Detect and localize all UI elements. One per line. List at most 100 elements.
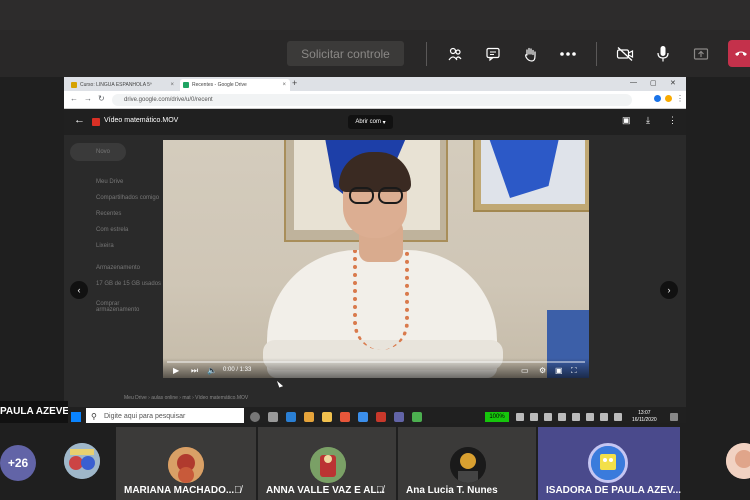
share-tray-icon[interactable] [688, 41, 714, 66]
participant-name: ISADORA DE PAULA AZEV... [546, 485, 682, 496]
buy-storage-link[interactable]: Comprar armazenamento [96, 301, 164, 313]
download-icon[interactable]: ⤓ [646, 115, 650, 126]
cortana-icon[interactable] [250, 412, 260, 422]
storage-usage: 17 GB de 15 GB usados [96, 281, 162, 287]
tray-icon[interactable] [530, 413, 538, 421]
participant-avatar [64, 443, 100, 479]
open-with-button[interactable]: Abrir com ▾ [348, 115, 393, 129]
sidebar-item-shared[interactable]: Compartilhados comigo [96, 195, 159, 201]
forward-icon[interactable]: → [84, 94, 92, 103]
hand-icon[interactable] [517, 41, 543, 66]
chat-icon[interactable] [480, 41, 506, 66]
app-icon[interactable] [358, 412, 368, 422]
video-player[interactable]: ▶ ⏭ 🔈 0:00 / 1:33 ▭ ⚙ ▣ ⛶ [163, 140, 589, 378]
ellipsis-icon[interactable] [555, 41, 581, 66]
tray-icon[interactable] [558, 413, 566, 421]
wall-painting [473, 140, 589, 212]
battery-indicator[interactable]: 100% [485, 412, 509, 422]
fullscreen-icon[interactable]: ⛶ [571, 366, 577, 376]
shared-screen: Curso: LINGUA ESPANHOLA 5º × Recentes - … [0, 77, 750, 427]
keyboard-icon[interactable] [600, 413, 608, 421]
previous-file-icon[interactable]: ‹ [70, 281, 88, 299]
close-icon[interactable]: × [170, 82, 174, 88]
chrome-icon[interactable] [412, 412, 422, 422]
teams-meeting-window: Solicitar controle Curso: LINGUA ESPANHO… [0, 0, 750, 500]
course-favicon-icon [71, 82, 77, 88]
sidebar-item-starred[interactable]: Com estrela [96, 227, 128, 233]
firefox-icon[interactable] [340, 412, 350, 422]
glasses [347, 187, 405, 205]
sidebar-item-new[interactable]: Novo [96, 149, 110, 155]
participant-tile[interactable]: MARIANA MACHADO... 🎙̸ [116, 427, 256, 500]
reload-icon[interactable]: ↻ [98, 94, 105, 103]
sidebar-item-storage[interactable]: Armazenamento [96, 265, 140, 271]
play-icon[interactable]: ▶ [173, 366, 179, 375]
back-arrow-icon[interactable]: ← [74, 114, 85, 126]
mic-icon[interactable] [650, 41, 676, 66]
app-icon[interactable] [376, 412, 386, 422]
camera-off-icon[interactable] [612, 41, 638, 66]
tray-icon[interactable] [544, 413, 552, 421]
participant-avatar [168, 447, 204, 483]
file-title: Vídeo matemático.MOV [104, 117, 179, 124]
close-icon[interactable]: × [282, 82, 286, 88]
participant-tile[interactable]: ANNA VALLE VAZ E AL... 🎙̸ [258, 427, 396, 500]
new-tab-icon[interactable]: + [292, 78, 297, 88]
title-bar [0, 0, 750, 30]
sidebar-item-recent[interactable]: Recentes [96, 211, 121, 217]
teams-icon[interactable] [394, 412, 404, 422]
settings-icon[interactable]: ⚙ [539, 366, 546, 375]
participant-avatar [588, 443, 628, 483]
browser-tab-active[interactable]: Recentes - Google Drive × [180, 79, 290, 91]
windows-start-icon[interactable] [71, 412, 81, 422]
extension-icon[interactable] [654, 95, 661, 102]
viewer-toolbar: ← Vídeo matemático.MOV Abrir com ▾ ▣ ⤓ ⋮ [64, 109, 686, 135]
system-clock[interactable]: 13:07 16/11/2020 [632, 410, 657, 424]
captions-icon[interactable]: ▭ [521, 366, 529, 375]
drive-favicon-icon [183, 82, 189, 88]
tab-label: Curso: LINGUA ESPANHOLA 5º [80, 82, 152, 88]
next-file-icon[interactable]: › [660, 281, 678, 299]
url-field[interactable]: drive.google.com/drive/u/0/recent [112, 94, 632, 106]
task-view-icon[interactable] [268, 412, 278, 422]
store-icon[interactable] [304, 412, 314, 422]
wifi-icon[interactable] [572, 413, 580, 421]
language-icon[interactable] [614, 413, 622, 421]
close-window-icon[interactable]: ✕ [670, 79, 676, 87]
participant-avatar [726, 443, 750, 479]
more-participants-button[interactable]: +26 [0, 445, 36, 481]
participant-tile-speaking[interactable]: ISADORA DE PAULA AZEV... [538, 427, 682, 500]
mic-off-icon: 🎙̸ [234, 485, 242, 496]
sidebar-item-trash[interactable]: Lixeira [96, 243, 114, 249]
profile-avatar[interactable] [665, 95, 672, 102]
tray-icon[interactable] [516, 413, 524, 421]
more-actions-icon[interactable]: ⋮ [668, 115, 677, 126]
participants-strip: +26 MARIANA MACHADO... 🎙̸ ANNA VALLE VAZ… [0, 423, 750, 500]
browser-tab[interactable]: Curso: LINGUA ESPANHOLA 5º × [68, 79, 178, 91]
meeting-controls-bar: Solicitar controle [0, 30, 750, 77]
sidebar-item-my-drive[interactable]: Meu Drive [96, 179, 123, 185]
back-icon[interactable]: ← [70, 94, 78, 103]
volume-icon[interactable]: 🔈 [207, 366, 217, 375]
miniplayer-icon[interactable]: ▣ [555, 366, 563, 375]
menu-icon[interactable]: ⋮ [676, 94, 684, 103]
maximize-icon[interactable]: ▢ [650, 79, 657, 87]
participant-avatar [450, 447, 486, 483]
participant-name: ANNA VALLE VAZ E AL... [266, 485, 385, 496]
notifications-icon[interactable] [670, 413, 678, 421]
video-progress-bar[interactable] [167, 361, 585, 363]
add-comment-icon[interactable]: ▣ [622, 115, 631, 126]
drive-sidebar: Novo Meu Drive Compartilhados comigo Rec… [64, 135, 164, 415]
next-icon[interactable]: ⏭ [191, 366, 198, 376]
video-file-icon [92, 118, 100, 126]
edge-icon[interactable] [286, 412, 296, 422]
phone-leave-icon [735, 51, 747, 56]
request-control-button[interactable]: Solicitar controle [287, 41, 404, 66]
volume-tray-icon[interactable] [586, 413, 594, 421]
minimize-icon[interactable]: — [630, 79, 637, 86]
video-time: 0:00 / 1:33 [223, 367, 252, 373]
participant-tile[interactable]: Ana Lucia T. Nunes [398, 427, 536, 500]
people-icon[interactable] [442, 41, 468, 66]
folder-icon[interactable] [322, 412, 332, 422]
leave-button[interactable] [728, 40, 750, 67]
